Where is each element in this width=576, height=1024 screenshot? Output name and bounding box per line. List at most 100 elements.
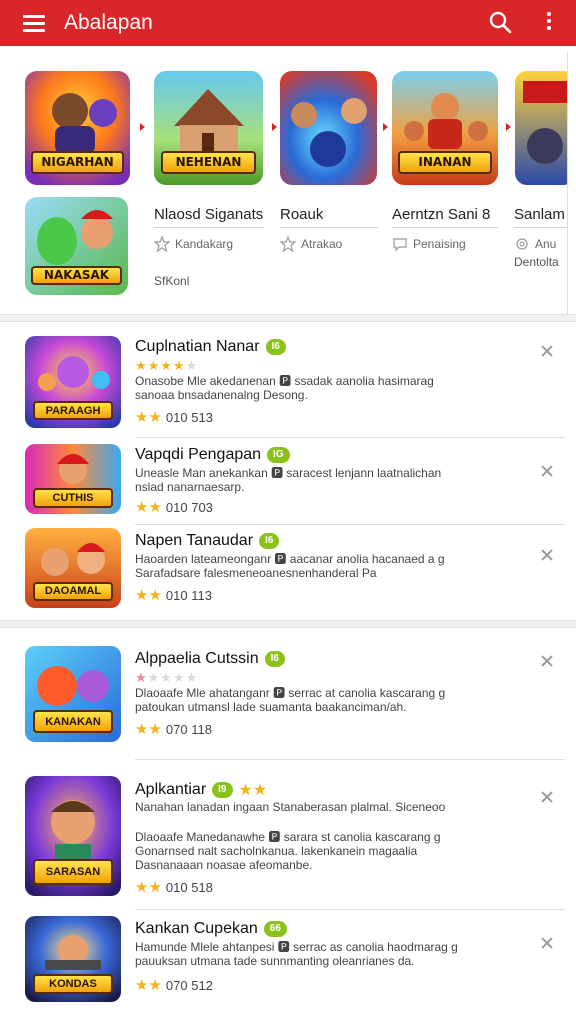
featured-meta-label: Kandakarg <box>175 237 234 251</box>
featured-app-name[interactable]: Sanlam <box>514 206 565 223</box>
close-icon[interactable] <box>540 654 554 668</box>
featured-app-name[interactable]: Aerntzn Sani 8 <box>392 206 490 223</box>
featured-tile-4[interactable]: INANAN <box>392 71 498 185</box>
app-icon: PARAAGH <box>25 336 121 428</box>
download-count: ★★ 070 118 <box>135 720 212 738</box>
icon-banner: SARASAN <box>32 858 114 886</box>
app-name-label: Cuplnatian Nanar <box>135 338 260 355</box>
chat-bubble-icon <box>393 238 407 252</box>
download-count-value: 010 513 <box>165 409 213 425</box>
app-badge: I6 <box>264 651 285 667</box>
download-count-value: 010 518 <box>165 879 213 895</box>
app-name: Vapqdi Pengapan IG <box>135 446 290 464</box>
app-badge: I9 <box>212 782 233 798</box>
divider <box>280 227 378 228</box>
game-art-icon <box>280 71 377 185</box>
close-icon[interactable] <box>540 548 554 562</box>
close-icon[interactable] <box>540 344 554 358</box>
featured-app-name[interactable]: Roauk <box>280 206 323 223</box>
list-item[interactable]: PARAAGH Cuplnatian Nanar I6 ★★★★★ Onasobe… <box>0 334 576 438</box>
divider <box>154 227 264 228</box>
rating-stars: ★★★★★ <box>135 670 199 685</box>
star-icon: ★★ <box>135 409 162 426</box>
app-extra: Nanahan lanadan ingaan Stanaberasan plal… <box>135 800 446 814</box>
tile-banner: INANAN <box>398 150 492 174</box>
app-name: Alppaelia Cutssin I6 <box>135 650 285 668</box>
tile-banner: NEHENAN <box>160 150 257 174</box>
featured-carousel: NIGARHAN NEHENAN INANAN NAKASAK Nlaosd S… <box>8 52 568 314</box>
rating-stars: ★★ <box>238 782 268 799</box>
app-name-label: Aplkantiar <box>135 781 207 798</box>
featured-app-meta: Penaising <box>392 236 466 252</box>
hamburger-menu-icon[interactable] <box>23 14 47 32</box>
more-vertical-icon[interactable] <box>540 12 558 34</box>
app-description: Onasobe Mle akedanenan 🅿 ssadak aanolia … <box>135 374 434 402</box>
featured-tile-5[interactable] <box>515 71 567 185</box>
star-outline-icon <box>280 236 296 252</box>
download-count: ★★ 070 512 <box>135 976 213 994</box>
rating-stars: ★★★★★ <box>135 358 199 373</box>
featured-app-meta: Atrakao <box>280 236 342 252</box>
star-outline-icon <box>154 236 170 252</box>
game-art-icon <box>515 71 567 185</box>
star-icon: ★★ <box>135 587 162 604</box>
featured-meta-label: Anu <box>535 237 557 251</box>
search-icon[interactable] <box>488 10 512 34</box>
featured-meta-label: Penaising <box>413 237 466 251</box>
featured-tile-6[interactable]: NAKASAK <box>25 197 128 295</box>
featured-app-name[interactable]: Nlaosd Siganats <box>154 206 263 223</box>
featured-tile-2[interactable]: NEHENAN <box>154 71 263 185</box>
app-icon: CUTHIS <box>25 444 121 514</box>
app-name: Aplkantiar I9 ★★ <box>135 780 267 800</box>
featured-app-meta: Kandakarg <box>154 236 233 252</box>
download-count-value: 010 113 <box>165 587 212 603</box>
download-count: ★★ 010 513 <box>135 408 213 426</box>
app-description: Dlaoaafe Mle ahatanganr 🅿 serrac at cano… <box>135 686 446 714</box>
divider <box>392 227 498 228</box>
star-icon: ★★ <box>135 721 162 738</box>
close-icon[interactable] <box>540 464 554 478</box>
icon-banner: DAOAMAL <box>32 581 114 601</box>
list-item[interactable]: SARASAN Aplkantiar I9 ★★ Nanahan lanadan i… <box>0 760 576 910</box>
carousel-arrow-icon <box>272 123 277 131</box>
gear-icon <box>516 238 528 250</box>
app-name-label: Vapqdi Pengapan <box>135 446 262 463</box>
star-icon: ★★ <box>135 499 162 516</box>
close-icon[interactable] <box>540 936 554 950</box>
featured-sub-label: SfKonl <box>154 274 190 288</box>
app-name-label: Alppaelia Cutssin <box>135 650 259 667</box>
app-description: Dlaoaafe Manedanawhe 🅿 sarara st canolia… <box>135 830 441 872</box>
icon-banner: KONDAS <box>32 973 114 995</box>
download-count: ★★ 010 703 <box>135 498 213 516</box>
featured-tile-1[interactable]: NIGARHAN <box>25 71 130 185</box>
featured-meta-label: Atrakao <box>301 237 343 251</box>
download-count-value: 070 512 <box>165 977 213 993</box>
app-badge: I6 <box>265 339 286 355</box>
featured-tile-3[interactable] <box>280 71 377 185</box>
app-bar: Abalapan <box>0 0 576 46</box>
tile-banner: NAKASAK <box>31 265 122 286</box>
carousel-arrow-icon <box>140 123 145 131</box>
app-badge: I6 <box>259 533 280 549</box>
app-name: Napen Tanaudar I6 <box>135 532 280 550</box>
star-icon: ★★ <box>135 977 162 994</box>
featured-app-meta: Anu <box>514 236 556 252</box>
app-icon: KONDAS <box>25 916 121 1002</box>
app-title: Abalapan <box>64 11 153 34</box>
close-icon[interactable] <box>540 790 554 804</box>
list-item[interactable]: CUTHIS Vapqdi Pengapan IG Uneasle Man ane… <box>0 438 576 526</box>
download-count-value: 070 118 <box>165 721 212 737</box>
list-item[interactable]: KONDAS Kankan Cupekan 66 Hamunde Mlele ah… <box>0 910 576 1010</box>
icon-banner: CUTHIS <box>32 488 114 508</box>
carousel-arrow-icon <box>383 123 388 131</box>
divider <box>135 524 565 525</box>
list-item[interactable]: DAOAMAL Napen Tanaudar I6 Haoarden lateam… <box>0 526 576 616</box>
app-description: Uneasle Man anekankan 🅿 saracest lenjann… <box>135 466 442 494</box>
app-description: Hamunde Mlele ahtanpesi 🅿 serrac as cano… <box>135 940 458 968</box>
carousel-arrow-icon <box>506 123 511 131</box>
app-name-label: Kankan Cupekan <box>135 920 258 937</box>
app-name: Kankan Cupekan 66 <box>135 920 287 938</box>
download-count: ★★ 010 113 <box>135 586 212 604</box>
list-item[interactable]: KANAKAN Alppaelia Cutssin I6 ★★★★★ Dlaoaa… <box>0 640 576 760</box>
icon-banner: PARAAGH <box>32 401 114 420</box>
